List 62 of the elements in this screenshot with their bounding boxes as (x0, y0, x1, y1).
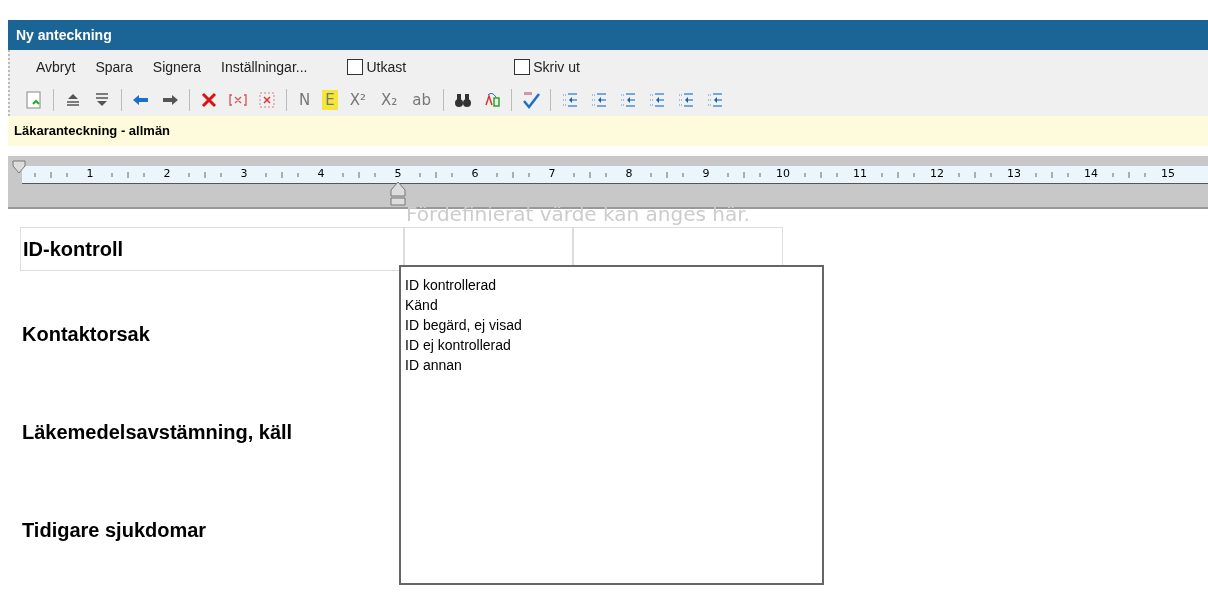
dropdown-option[interactable]: ID kontrollerad (405, 275, 822, 295)
ruler-ticks (724, 170, 764, 179)
checkbox-box[interactable] (347, 59, 364, 75)
delete-icon[interactable] (199, 90, 219, 110)
ruler-ticks (262, 170, 302, 179)
ruler-number: 15 (1160, 166, 1176, 183)
format-button[interactable]: X₂ (378, 90, 401, 110)
ruler-number: 14 (1083, 166, 1099, 183)
ruler-ticks (108, 170, 148, 179)
menu-item[interactable]: Avbryt (36, 56, 76, 78)
menu-item[interactable]: Signera (152, 56, 202, 78)
window-title: Ny anteckning (16, 25, 112, 45)
dropdown-option[interactable]: ID ej kontrollerad (405, 335, 822, 355)
menu-item[interactable]: Inställningar... (221, 56, 308, 78)
format-button[interactable]: ab (409, 90, 435, 110)
section-heading: Tidigare sjukdomar (22, 518, 207, 543)
ruler-number: 12 (929, 166, 945, 183)
ruler-number: 2 (162, 166, 172, 183)
ruler-number: 10 (775, 166, 791, 183)
replace-icon[interactable] (482, 90, 503, 110)
ruler-ticks (493, 170, 533, 179)
ruler-number: 1 (85, 166, 95, 183)
ruler-ticks (878, 170, 918, 179)
indent-marker-icon[interactable] (12, 160, 26, 174)
spell-check-icon[interactable] (521, 90, 542, 110)
template-title: Läkaranteckning - allmän (14, 122, 171, 141)
ruler-number: 6 (470, 166, 480, 183)
ruler-number: 5 (393, 166, 403, 183)
ruler-ticks (570, 170, 610, 179)
checkbox[interactable]: Utkast (347, 56, 407, 78)
new-document-icon[interactable] (24, 90, 44, 110)
ruler-ticks (1109, 170, 1149, 179)
ruler-ticks (339, 170, 379, 179)
format-button[interactable]: X² (346, 90, 369, 110)
ruler-ticks (185, 170, 225, 179)
ruler-number: 7 (547, 166, 557, 183)
ruler-number: 8 (624, 166, 634, 183)
checkbox[interactable]: Skriv ut (514, 56, 580, 78)
ruler-ticks (801, 170, 841, 179)
checkbox-label: Skriv ut (533, 57, 580, 77)
section-heading: ID-kontroll (23, 237, 123, 262)
checkbox-label: Utkast (366, 57, 407, 77)
ruler-number: 3 (239, 166, 249, 183)
ruler-number: 9 (701, 166, 711, 183)
ruler-number: 11 (852, 166, 868, 183)
ruler-ticks (416, 170, 456, 179)
delete-dotted-icon[interactable] (257, 90, 277, 110)
format-button[interactable]: N (296, 90, 314, 110)
ruler-ticks (1032, 170, 1072, 179)
dropdown-option[interactable]: Känd (405, 295, 822, 315)
ruler-ticks (31, 170, 71, 179)
tab-stop-icon[interactable] (390, 180, 406, 206)
dropdown-option[interactable]: ID annan (405, 355, 822, 375)
section-heading: Läkemedelsavstämning, käll (22, 420, 293, 445)
ruler-ticks (647, 170, 687, 179)
ruler-number: 4 (316, 166, 326, 183)
ruler-ticks (955, 170, 995, 179)
section-heading: Kontaktorsak (22, 322, 150, 347)
menu-item[interactable]: Spara (95, 56, 133, 78)
checkbox-box[interactable] (514, 59, 531, 75)
dropdown-option[interactable]: ID begärd, ej visad (405, 315, 822, 335)
ruler-number: 13 (1006, 166, 1022, 183)
